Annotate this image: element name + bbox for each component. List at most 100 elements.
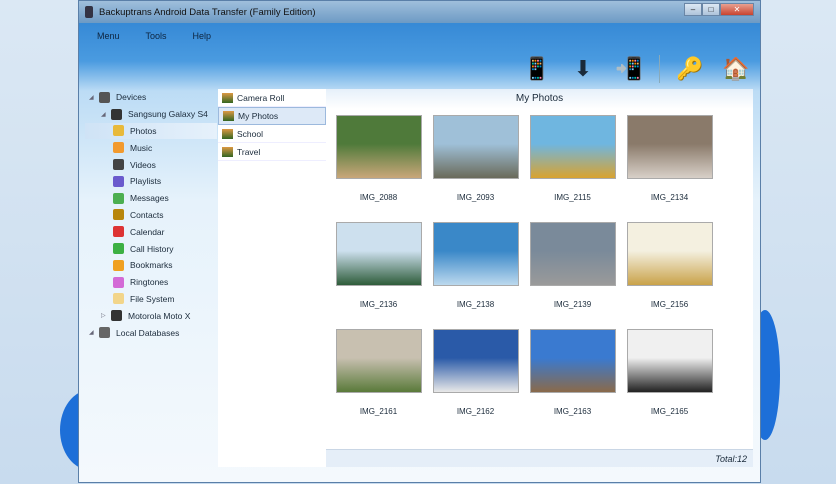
photos-icon (113, 125, 124, 137)
photo-thumbnail[interactable] (529, 115, 616, 179)
photo-item[interactable]: IMG_2134 (621, 115, 718, 202)
tree-item-label: Call History (130, 243, 174, 254)
tree-item-videos[interactable]: Videos (85, 156, 217, 173)
local-databases-icon (99, 327, 110, 339)
album-label: My Photos (238, 111, 279, 121)
close-button[interactable]: ✕ (720, 3, 754, 16)
motorola-moto-x-icon (111, 310, 122, 322)
photo-thumbnail[interactable] (335, 329, 422, 393)
window-title: Backuptrans Android Data Transfer (Famil… (99, 6, 316, 18)
tree-item-music[interactable]: Music (85, 139, 217, 156)
album-camera-roll[interactable]: Camera Roll (218, 89, 326, 107)
maximize-button[interactable]: □ (702, 3, 720, 16)
transfer-phone-to-phone-icon: 📱 (523, 56, 551, 81)
tree-item-photos[interactable]: Photos (85, 122, 217, 140)
menu-menu[interactable]: Menu (97, 31, 120, 41)
register-key-icon: 🔑 (676, 56, 704, 81)
photo-thumbnail[interactable] (335, 115, 422, 179)
photo-item[interactable]: IMG_2139 (524, 222, 621, 309)
toolbar-separator (659, 55, 660, 83)
photo-panel: My Photos IMG_2088 IMG_2093 IMG_2115 IMG_21… (326, 89, 753, 467)
tree-item-file-system[interactable]: File System (85, 291, 217, 308)
calendar-icon (113, 226, 124, 238)
photo-thumbnail[interactable] (529, 222, 616, 286)
tree-item-call-history[interactable]: Call History (85, 240, 217, 257)
tree-item-calendar[interactable]: Calendar (85, 223, 217, 240)
panel-title: My Photos (326, 89, 753, 109)
minimize-button[interactable]: – (684, 3, 702, 16)
expand-arrow-icon[interactable]: ▷ (101, 312, 111, 319)
photo-name: IMG_2088 (359, 193, 398, 202)
tree-item-devices[interactable]: ◢ Devices (85, 89, 217, 106)
collapse-arrow-icon[interactable]: ◢ (89, 329, 99, 336)
restore-to-phone-icon: 📲 (615, 56, 643, 81)
tree-item-local-databases[interactable]: ◢ Local Databases (85, 324, 217, 341)
transfer-phone-to-phone-button[interactable]: 📱 (521, 53, 553, 85)
tree-item-sangsung-galaxy-s4[interactable]: ◢ Sangsung Galaxy S4 (85, 106, 217, 123)
tree-item-label: Sangsung Galaxy S4 (128, 109, 208, 120)
photo-name: IMG_2115 (554, 193, 591, 202)
register-key-button[interactable]: 🔑 (674, 53, 706, 85)
call-history-icon (113, 243, 124, 255)
tree-item-label: Messages (130, 193, 169, 204)
device-tree: ◢ Devices ◢ Sangsung Galaxy S4 Photos Music Vi… (85, 89, 217, 467)
photo-thumbnail[interactable] (335, 222, 422, 286)
photo-item[interactable]: IMG_2162 (427, 329, 524, 416)
tree-item-label: Devices (116, 92, 147, 103)
tree-item-label: Ringtones (130, 277, 169, 288)
album-my-photos[interactable]: My Photos (218, 107, 326, 125)
backup-to-computer-button[interactable]: ⬇ (567, 53, 599, 85)
contacts-icon (113, 209, 124, 221)
album-icon (223, 111, 234, 121)
tree-item-motorola-moto-x[interactable]: ▷ Motorola Moto X (85, 307, 217, 324)
photo-item[interactable]: IMG_2161 (330, 329, 427, 416)
collapse-arrow-icon[interactable]: ◢ (89, 94, 99, 101)
tree-item-label: Videos (130, 159, 156, 170)
album-school[interactable]: School (218, 125, 326, 143)
tree-item-ringtones[interactable]: Ringtones (85, 274, 217, 291)
tree-item-label: Local Databases (116, 327, 180, 338)
album-travel[interactable]: Travel (218, 143, 326, 161)
backup-to-computer-icon: ⬇ (573, 56, 593, 81)
album-icon (222, 146, 233, 157)
photo-thumbnail[interactable] (432, 115, 519, 179)
photo-name: IMG_2093 (456, 193, 495, 202)
photo-thumbnail[interactable] (626, 329, 713, 393)
tree-item-playlists[interactable]: Playlists (85, 173, 217, 190)
photo-name: IMG_2134 (650, 193, 689, 202)
photo-item[interactable]: IMG_2156 (621, 222, 718, 309)
menu-tools[interactable]: Tools (146, 31, 167, 41)
photo-item[interactable]: IMG_2136 (330, 222, 427, 309)
photo-item[interactable]: IMG_2163 (524, 329, 621, 416)
photo-thumbnail[interactable] (432, 222, 519, 286)
photo-item[interactable]: IMG_2093 (427, 115, 524, 202)
album-label: School (237, 128, 263, 139)
tree-item-label: File System (130, 293, 175, 304)
total-count: Total:12 (326, 449, 753, 467)
sangsung-galaxy-s4-icon (111, 108, 122, 120)
tree-item-label: Bookmarks (130, 260, 173, 271)
photo-name: IMG_2163 (553, 407, 592, 416)
photo-item[interactable]: IMG_2138 (427, 222, 524, 309)
bookmarks-icon (113, 259, 124, 271)
tree-item-messages[interactable]: Messages (85, 190, 217, 207)
videos-icon (113, 159, 124, 171)
photo-thumbnail[interactable] (626, 222, 713, 286)
tree-item-label: Photos (130, 125, 157, 136)
restore-to-phone-button[interactable]: 📲 (613, 53, 645, 85)
menu-help[interactable]: Help (193, 31, 212, 41)
photo-name: IMG_2136 (359, 300, 398, 309)
home-button[interactable]: 🏠 (720, 53, 752, 85)
photo-item[interactable]: IMG_2165 (621, 329, 718, 416)
tree-item-bookmarks[interactable]: Bookmarks (85, 257, 217, 274)
tree-item-label: Motorola Moto X (128, 310, 191, 321)
photo-item[interactable]: IMG_2088 (330, 115, 427, 202)
photo-item[interactable]: IMG_2115 (524, 115, 621, 202)
tree-item-contacts[interactable]: Contacts (85, 207, 217, 224)
photo-thumbnail[interactable] (529, 329, 616, 393)
photo-thumbnail[interactable] (432, 329, 519, 393)
album-icon (222, 128, 233, 139)
collapse-arrow-icon[interactable]: ◢ (101, 111, 111, 118)
photo-thumbnail[interactable] (626, 115, 713, 179)
messages-icon (113, 192, 124, 204)
